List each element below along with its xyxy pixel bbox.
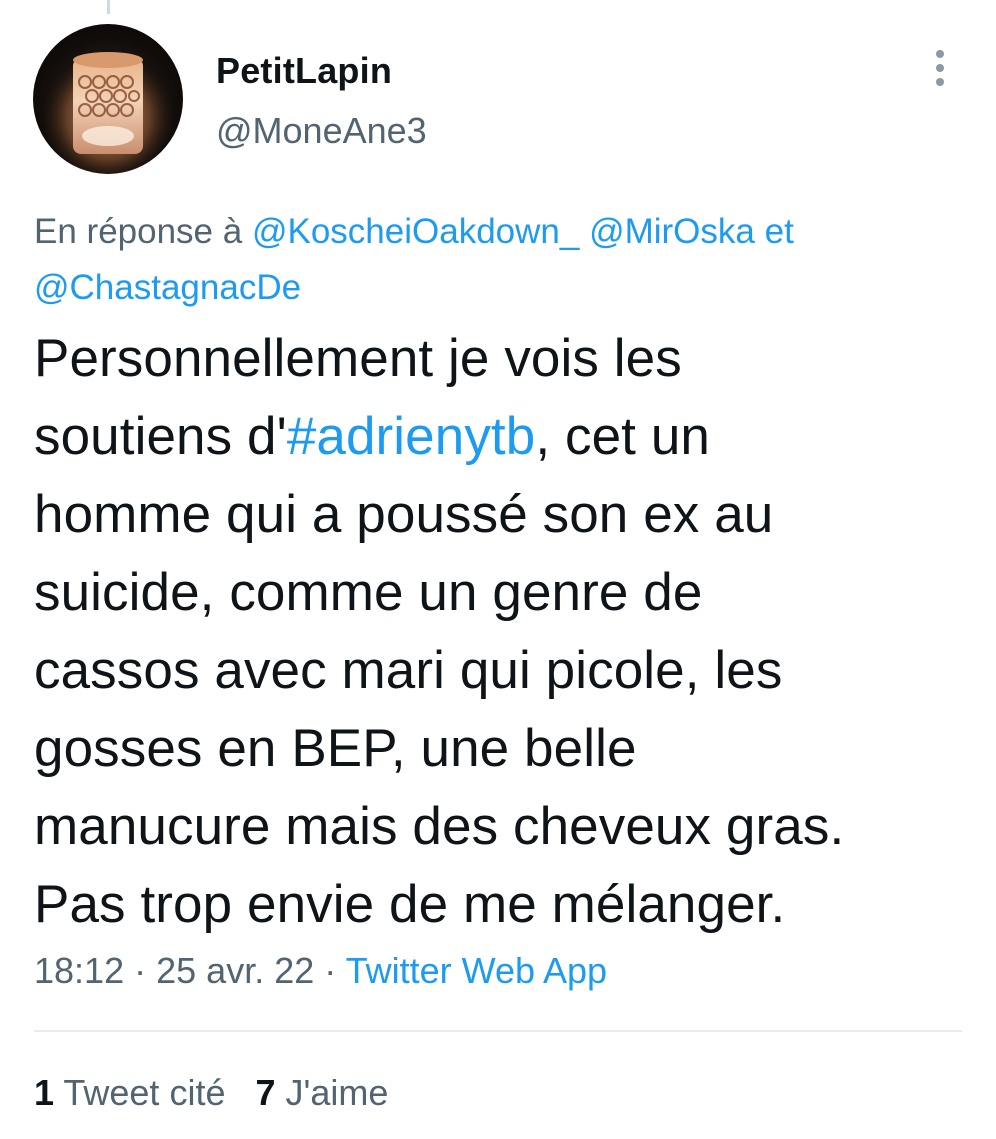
hashtag-link[interactable]: #adrienytb [287,407,536,466]
tweet-line: gosses en BEP, une belle [34,719,637,778]
likes-label: J'aime [285,1072,389,1113]
tweet-stats: 1 Tweet cité 7 J'aime [34,1072,388,1114]
avatar[interactable] [33,24,183,174]
tweet-date[interactable]: 25 avr. 22 [156,950,314,991]
meta-separator: · [324,950,337,991]
tweet-line: soutiens d'#adrienytb, cet un [34,398,974,476]
mention-link[interactable]: @KoscheiOakdown_ [252,212,579,251]
mention-link[interactable]: @MirOska [589,212,755,251]
quote-tweets-stat[interactable]: 1 Tweet cité [34,1072,225,1113]
tweet-text-fragment: , cet un [535,407,710,466]
quote-tweets-count: 1 [34,1072,55,1113]
tweet-text-fragment: soutiens d' [34,407,287,466]
reply-prefix: En réponse à [34,212,243,251]
more-vertical-icon [936,50,944,86]
tweet-line: Pas trop envie de me mélanger. [34,875,786,934]
likes-count: 7 [255,1072,276,1113]
tweet-time[interactable]: 18:12 [34,950,124,991]
tweet-line: suicide, comme un genre de [34,563,703,622]
candle-avatar-image [38,34,178,174]
meta-separator: · [134,950,147,991]
tweet-source-link[interactable]: Twitter Web App [346,950,607,991]
tweet-line: homme qui a poussé son ex au [34,485,774,544]
quote-tweets-label: Tweet cité [63,1072,226,1113]
more-options-button[interactable] [920,46,960,90]
author-display-name[interactable]: PetitLapin [216,50,392,92]
tweet-metadata: 18:12 · 25 avr. 22 · Twitter Web App [34,950,607,992]
likes-stat[interactable]: 7 J'aime [255,1072,388,1113]
mention-link[interactable]: @ChastagnacDe [34,268,301,307]
tweet-text: Personnellement je vois les soutiens d'#… [34,320,974,944]
reply-context: En réponse à @KoscheiOakdown_ @MirOska e… [34,204,934,316]
tweet-line: cassos avec mari qui picole, les [34,641,783,700]
tweet-line: manucure mais des cheveux gras. [34,797,845,856]
reply-conjunction: et [764,212,794,251]
thread-connector-line [107,0,110,14]
divider [34,1030,962,1032]
tweet-line: Personnellement je vois les [34,329,682,388]
author-handle[interactable]: @MoneAne3 [216,110,427,152]
